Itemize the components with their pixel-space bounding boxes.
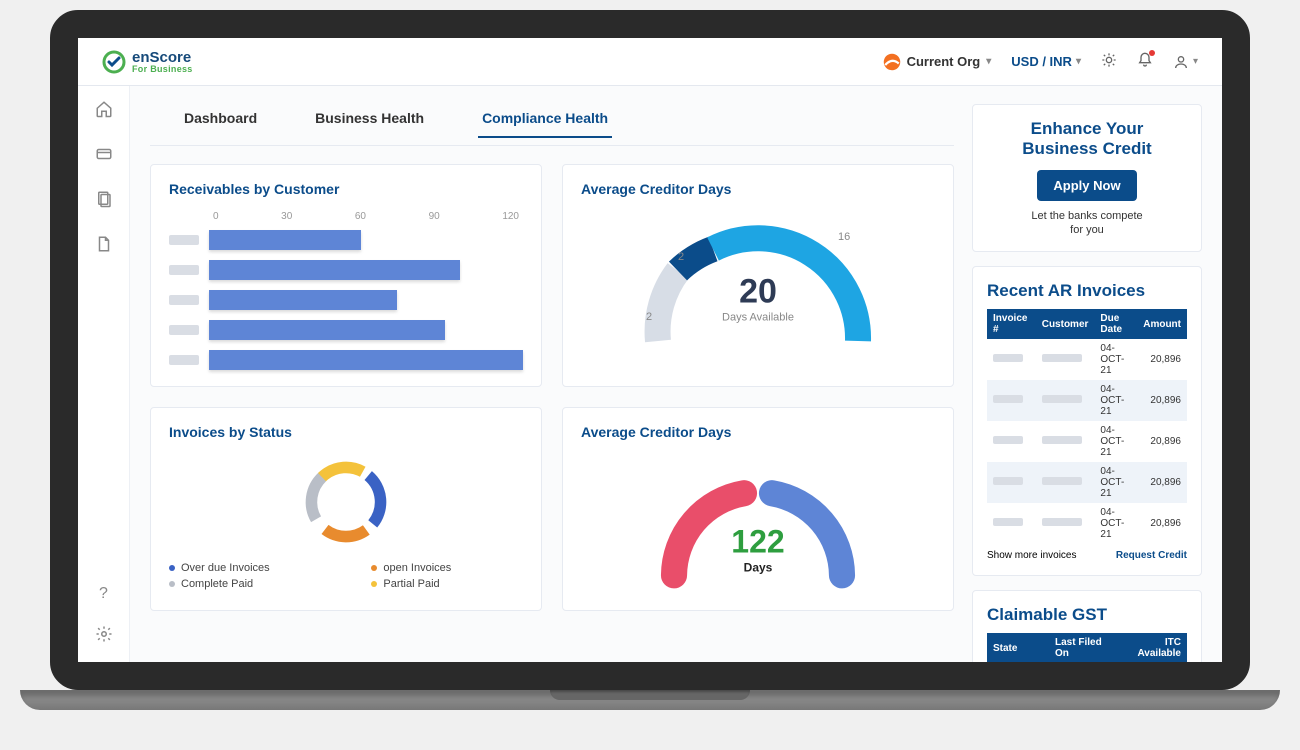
currency-selector[interactable]: USD / INR ▾: [1011, 54, 1081, 69]
documents-icon: [95, 190, 113, 208]
show-more-link[interactable]: Show more invoices: [987, 550, 1076, 561]
notifications-button[interactable]: [1137, 52, 1153, 71]
file-icon: [95, 235, 113, 253]
question-icon: ?: [99, 585, 108, 602]
credit-sub: Let the banks competefor you: [987, 209, 1187, 238]
bar-row: [169, 320, 523, 340]
panel-ar-invoices: Recent AR Invoices Invoice #CustomerDue …: [972, 266, 1202, 576]
panel-title: Recent AR Invoices: [987, 281, 1187, 301]
chevron-down-icon: ▾: [986, 56, 991, 67]
card-creditor-days-2: Average Creditor Days 122 Days: [562, 407, 954, 611]
card-invoices-status: Invoices by Status Over due Invoices ope…: [150, 407, 542, 611]
sidebar-docs[interactable]: [95, 190, 113, 213]
gauge-unit: Days: [731, 561, 784, 575]
table-row: 04-OCT-2120,896: [987, 339, 1187, 380]
table-row: 04-OCT-2120,896: [987, 462, 1187, 503]
gauge-label: 16: [838, 231, 850, 243]
logo-sub: For Business: [132, 65, 193, 74]
sidebar-help[interactable]: ?: [99, 585, 108, 603]
bar-row: [169, 230, 523, 250]
legend: Over due Invoices open Invoices Complete…: [169, 562, 523, 590]
currency-label: USD / INR: [1011, 54, 1072, 69]
request-credit-link[interactable]: Request Credit: [1116, 550, 1187, 561]
card-title: Average Creditor Days: [581, 424, 935, 440]
home-icon: [95, 100, 113, 118]
tab-dashboard[interactable]: Dashboard: [180, 104, 261, 137]
logo: enScore For Business: [102, 50, 193, 74]
gauge-chart: 2 2 16 20 Days Available: [628, 211, 888, 361]
apply-now-button[interactable]: Apply Now: [1037, 170, 1136, 201]
card-title: Average Creditor Days: [581, 181, 935, 197]
card-title: Receivables by Customer: [169, 181, 523, 197]
card-receivables: Receivables by Customer 0306090120: [150, 164, 542, 387]
sidebar-file[interactable]: [95, 235, 113, 258]
sidebar-home[interactable]: [95, 100, 113, 123]
tab-compliance-health[interactable]: Compliance Health: [478, 104, 612, 138]
panel-gst: Claimable GST StateLast Filed OnITC Avai…: [972, 590, 1202, 662]
gauge-value: 122: [731, 524, 784, 561]
table-row: 04-OCT-2120,896: [987, 503, 1187, 544]
donut-chart: [298, 454, 394, 550]
sidebar-card[interactable]: [95, 145, 113, 168]
tab-business-health[interactable]: Business Health: [311, 104, 428, 137]
user-menu[interactable]: ▾: [1173, 54, 1198, 70]
panel-title: Claimable GST: [987, 605, 1187, 625]
gst-table: StateLast Filed OnITC Available 04-OCT-2…: [987, 633, 1187, 662]
user-icon: [1173, 54, 1189, 70]
gauge-label: 2: [678, 251, 684, 263]
tabs: Dashboard Business Health Compliance Hea…: [150, 104, 954, 146]
logo-icon: [102, 50, 126, 74]
bar-chart: [169, 230, 523, 370]
panel-credit: Enhance YourBusiness Credit Apply Now Le…: [972, 104, 1202, 252]
credit-title: Enhance YourBusiness Credit: [987, 119, 1187, 160]
table-row: 04-OCT-2120,896: [987, 380, 1187, 421]
ar-table: Invoice #CustomerDue DateAmount 04-OCT-2…: [987, 309, 1187, 544]
settings-button[interactable]: [1101, 52, 1117, 71]
gear-icon: [95, 625, 113, 643]
axis-ticks: 0306090120: [209, 211, 523, 222]
gauge-chart: 122 Days: [628, 454, 888, 594]
bar-row: [169, 290, 523, 310]
notification-dot: [1149, 50, 1155, 56]
gauge-label: 2: [646, 311, 652, 323]
org-selector[interactable]: Current Org ▾: [883, 53, 992, 71]
chevron-down-icon: ▾: [1076, 56, 1081, 67]
logo-name: enScore: [132, 50, 193, 65]
bar-row: [169, 350, 523, 370]
bar-row: [169, 260, 523, 280]
table-row: 04-OCT-2120,896: [987, 421, 1187, 462]
gear-icon: [1101, 52, 1117, 68]
org-label: Current Org: [907, 54, 981, 69]
card-creditor-days-1: Average Creditor Days 2 2 16 20: [562, 164, 954, 387]
card-icon: [95, 145, 113, 163]
chevron-down-icon: ▾: [1193, 56, 1198, 67]
sidebar-settings[interactable]: [95, 625, 113, 648]
gauge-unit: Days Available: [722, 312, 794, 324]
gauge-value: 20: [722, 273, 794, 312]
org-icon: [883, 53, 901, 71]
sidebar: ?: [78, 86, 130, 662]
card-title: Invoices by Status: [169, 424, 523, 440]
app-header: enScore For Business Current Org ▾ USD /…: [78, 38, 1222, 86]
